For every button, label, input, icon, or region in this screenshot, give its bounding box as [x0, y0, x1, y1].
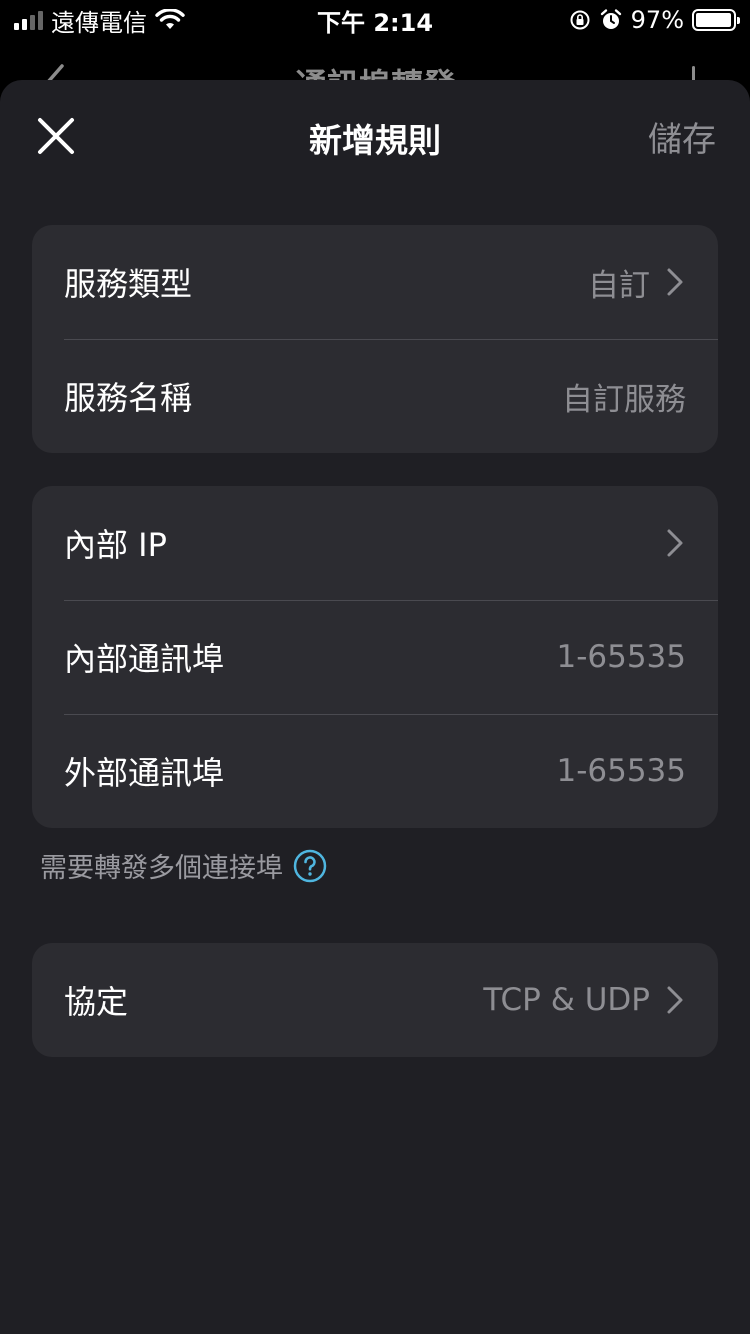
- chevron-right-icon: [667, 268, 683, 296]
- external-port-label: 外部通訊埠: [64, 754, 225, 792]
- status-left: 遠傳電信: [14, 3, 185, 38]
- internal-port-input[interactable]: 1-65535: [556, 639, 686, 675]
- internal-ip-row[interactable]: 內部 IP: [32, 486, 718, 600]
- signal-strength-icon: [14, 10, 43, 30]
- protocol-group: 協定 TCP & UDP: [32, 943, 718, 1057]
- help-icon[interactable]: [293, 849, 327, 883]
- battery-percent: 97%: [630, 6, 684, 34]
- service-type-value: 自訂: [588, 267, 650, 304]
- alarm-icon: [600, 9, 621, 29]
- sheet-title: 新增規則: [309, 121, 441, 160]
- internal-port-row[interactable]: 內部通訊埠 1-65535: [32, 600, 718, 714]
- chevron-right-icon: [667, 986, 683, 1014]
- service-group: 服務類型 自訂 服務名稱 自訂服務: [32, 225, 718, 453]
- orientation-lock-icon: [570, 10, 590, 30]
- save-button[interactable]: 儲存: [648, 112, 716, 161]
- service-type-label: 服務類型: [64, 265, 193, 303]
- wifi-icon: [155, 9, 185, 29]
- service-name-label: 服務名稱: [64, 379, 193, 417]
- service-name-row[interactable]: 服務名稱 自訂服務: [32, 339, 718, 453]
- protocol-row[interactable]: 協定 TCP & UDP: [32, 943, 718, 1057]
- external-port-row[interactable]: 外部通訊埠 1-65535: [32, 714, 718, 828]
- service-name-input[interactable]: 自訂服務: [562, 374, 686, 419]
- multi-port-hint-text: 需要轉發多個連接埠: [40, 853, 283, 884]
- protocol-value: TCP & UDP: [483, 982, 650, 1018]
- status-right: 97%: [569, 6, 740, 34]
- service-type-row[interactable]: 服務類型 自訂: [32, 225, 718, 339]
- carrier-name: 遠傳電信: [51, 8, 147, 37]
- add-rule-sheet: 新增規則 儲存 服務類型 自訂 服務名稱 自訂服務 內部 IP 內部通訊埠 1-…: [0, 80, 750, 1334]
- chevron-right-icon: [667, 529, 683, 557]
- status-bar: 遠傳電信 下午 2:14 97%: [0, 0, 750, 40]
- battery-fill: [696, 13, 731, 27]
- address-group: 內部 IP 內部通訊埠 1-65535 外部通訊埠 1-65535: [32, 486, 718, 828]
- battery-icon: [692, 9, 740, 31]
- multi-port-hint[interactable]: 需要轉發多個連接埠: [40, 846, 327, 885]
- protocol-label: 協定: [64, 983, 129, 1021]
- external-port-input[interactable]: 1-65535: [556, 753, 686, 789]
- internal-port-label: 內部通訊埠: [64, 640, 225, 678]
- internal-ip-label: 內部 IP: [64, 526, 167, 564]
